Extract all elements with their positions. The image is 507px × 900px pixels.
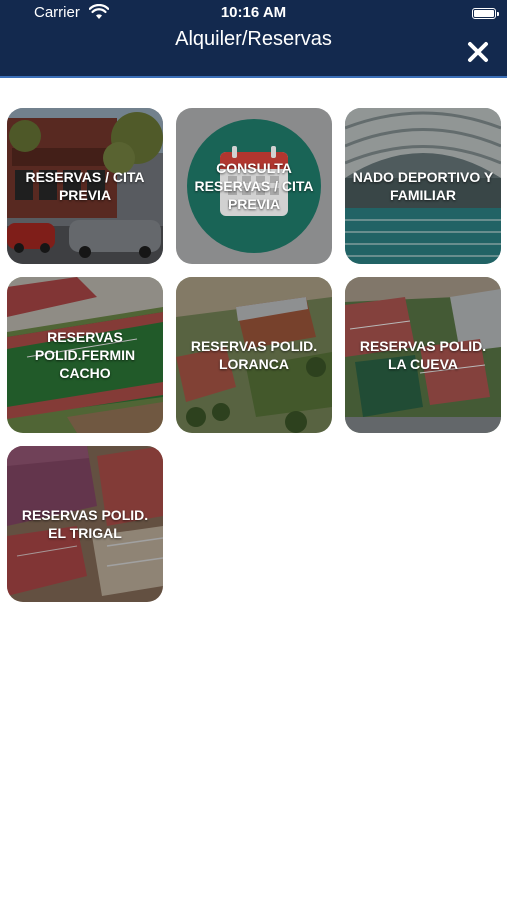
tile-label: RESERVAS / CITA PREVIA: [25, 169, 145, 203]
status-bar: Carrier 10:16 AM: [0, 0, 507, 26]
tile-consulta-reservas[interactable]: CONSULTA RESERVAS / CITA PREVIA: [176, 108, 332, 264]
tile-label: RESERVAS POLID. LORANCA: [190, 338, 318, 372]
battery-icon: [472, 8, 499, 19]
tile-polid-la-cueva[interactable]: RESERVAS POLID. LA CUEVA: [345, 277, 501, 433]
tile-reservas-cita-previa[interactable]: RESERVAS / CITA PREVIA: [7, 108, 163, 264]
tile-label: RESERVAS POLID. EL TRIGAL: [21, 507, 149, 541]
tile-polid-el-trigal[interactable]: RESERVAS POLID. EL TRIGAL: [7, 446, 163, 602]
tile-polid-fermin-cacho[interactable]: RESERVAS POLID.FERMIN CACHO: [7, 277, 163, 433]
tile-label: RESERVAS POLID. LA CUEVA: [359, 338, 487, 372]
close-icon[interactable]: [463, 37, 493, 67]
status-time: 10:16 AM: [220, 4, 287, 21]
tile-label: RESERVAS POLID.FERMIN CACHO: [34, 329, 136, 381]
tile-label: NADO DEPORTIVO Y FAMILIAR: [352, 169, 494, 203]
navigation-bar: Carrier 10:16 AM Alquiler/Reservas: [0, 0, 507, 78]
tile-label: CONSULTA RESERVAS / CITA PREVIA: [194, 160, 314, 212]
tile-nado-deportivo[interactable]: NADO DEPORTIVO Y FAMILIAR: [345, 108, 501, 264]
page-title: Alquiler/Reservas: [175, 28, 332, 50]
tile-polid-loranca[interactable]: RESERVAS POLID. LORANCA: [176, 277, 332, 433]
